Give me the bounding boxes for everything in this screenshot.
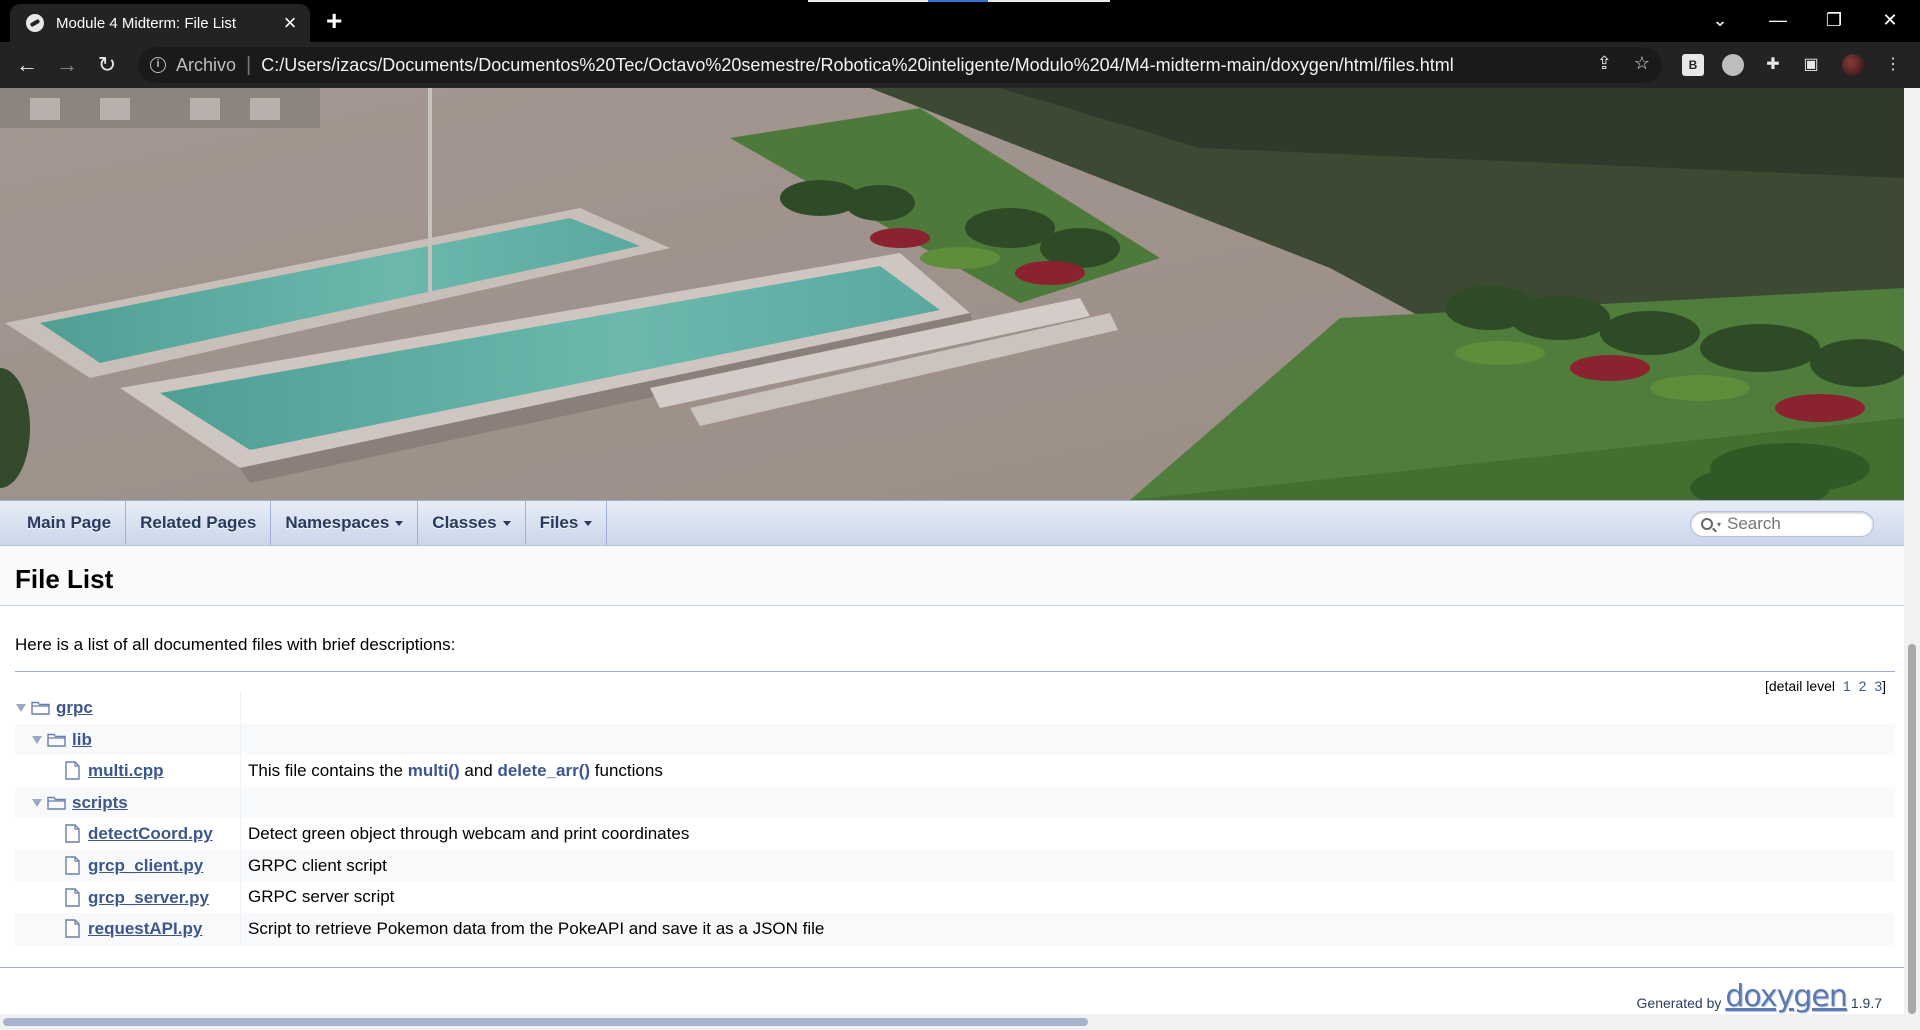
horizontal-scrollbar[interactable] [0,1014,1904,1030]
file-icon [65,887,80,907]
url-text[interactable]: C:/Users/izacs/Documents/Documentos%20Te… [261,55,1454,76]
bookmark-star-icon[interactable]: ☆ [1634,53,1650,74]
nav-item-related-pages[interactable]: Related Pages [126,501,272,545]
footer: Generated by doxygen 1.9.7 [1636,982,1882,1012]
folder-link[interactable]: grpc [56,698,93,718]
reload-button[interactable]: ↻ [93,51,121,79]
nav-item-label: Namespaces [285,513,390,532]
file-icon [65,919,80,938]
function-link[interactable]: delete_arr() [497,761,590,780]
vertical-scrollbar[interactable] [1904,88,1920,1030]
loading-indicator [808,0,1110,2]
file-link[interactable]: grcp_server.py [88,888,209,908]
divider [15,671,1895,672]
tree-file-row: detectCoord.py Detect green object throug… [15,818,1895,850]
dropdown-caret-icon [395,520,404,526]
file-icon [65,761,80,780]
doxygen-version: 1.9.7 [1850,995,1882,1011]
file-description: GRPC server script [248,887,395,907]
nav-item-label: Files [539,513,579,532]
forward-button[interactable]: → [53,51,81,79]
dropdown-caret-icon [502,520,511,526]
url-scheme-label: Archivo [176,54,237,75]
side-panel-icon[interactable]: ▣ [1800,54,1822,76]
site-info-icon[interactable]: i [150,57,166,73]
file-description: Detect green object through webcam and p… [248,824,690,844]
tree-file-row: requestAPI.py Script to retrieve Pokemon … [15,913,1895,945]
horizontal-scroll-thumb[interactable] [3,1018,1088,1026]
globe-icon [26,14,44,32]
page-header: File List [0,546,1904,606]
tree-file-row: grcp_client.py GRPC client script [15,849,1895,882]
nav-item-classes[interactable]: Classes [418,501,526,545]
folder-open-icon [47,732,66,747]
browser-toolbar: ← → ↻ i Archivo | C:/Users/izacs/Documen… [0,42,1920,88]
search-box[interactable]: ▾ [1690,511,1874,537]
expand-arrow-icon[interactable] [32,798,42,807]
extension-circle-icon[interactable] [1722,54,1744,76]
search-options-icon[interactable]: ▾ [1717,520,1721,529]
nav-item-label: Classes [432,513,497,532]
file-link[interactable]: grcp_client.py [88,856,203,876]
folder-link[interactable]: scripts [72,793,128,813]
nav-item-namespaces[interactable]: Namespaces [271,501,419,545]
page-title: File List [15,564,114,594]
folder-open-icon [47,795,66,810]
nav-item-files[interactable]: Files [526,501,608,545]
file-link[interactable]: multi.cpp [88,761,164,781]
main-navigation: Main Page Related Pages Namespaces Classes F… [0,500,1904,546]
browser-menu-icon[interactable]: ⋮ [1882,54,1904,76]
file-icon [65,856,80,875]
tree-folder-row: scripts [15,786,1895,819]
search-icon[interactable] [1701,518,1713,530]
share-icon[interactable]: ⇪ [1597,53,1612,74]
tree-folder-row: lib [15,723,1895,756]
extension-b-icon[interactable]: B [1682,54,1704,76]
tab-strip: Module 4 Midterm: File List × + ⌄ — ❐ ✕ [0,0,1920,42]
file-description: GRPC client script [248,855,387,875]
search-input[interactable] [1727,514,1858,534]
file-icon [65,824,80,844]
page-intro: Here is a list of all documented files w… [15,635,456,654]
file-link[interactable]: detectCoord.py [88,824,213,844]
expand-arrow-icon[interactable] [16,704,26,712]
nav-item-label: Related Pages [140,513,257,532]
vertical-scroll-thumb[interactable] [1908,644,1916,1014]
folder-open-icon [31,700,50,715]
project-banner-image [0,88,1904,500]
generated-by-label: Generated by [1636,995,1722,1011]
folder-link[interactable]: lib [72,730,92,750]
extensions-puzzle-icon[interactable]: ✚ [1762,54,1784,76]
tree-file-row: grcp_server.py GRPC server script [15,881,1895,914]
tree-file-row: multi.cpp This file contains the multi() … [15,755,1895,787]
dropdown-caret-icon [584,520,593,526]
page-viewport: Main Page Related Pages Namespaces Classes F… [0,88,1904,1030]
new-tab-button[interactable]: + [326,6,342,36]
tree-folder-row: grpc [15,692,1895,724]
doxygen-logo-link[interactable]: doxygen [1725,982,1847,1012]
nav-item-label: Main Page [27,513,112,532]
tab-search-icon[interactable]: ⌄ [1692,0,1748,40]
nav-item-main-page[interactable]: Main Page [0,501,127,545]
file-link[interactable]: requestAPI.py [88,919,202,939]
address-bar[interactable]: i Archivo | C:/Users/izacs/Documents/Doc… [138,47,1662,83]
file-tree: grpc lib multi.cpp This file contains the m… [15,692,1895,945]
function-link[interactable]: multi() [408,761,460,780]
close-tab-icon[interactable]: × [276,10,304,36]
tab-title: Module 4 Midterm: File List [56,14,237,32]
file-description: This file contains the multi() and delet… [248,760,663,780]
minimize-button[interactable]: — [1750,0,1806,40]
browser-tab[interactable]: Module 4 Midterm: File List × [10,4,310,42]
file-description: Script to retrieve Pokemon data from the… [248,918,825,938]
close-window-button[interactable]: ✕ [1862,0,1918,40]
profile-avatar[interactable] [1842,54,1864,76]
back-button[interactable]: ← [13,51,41,79]
restore-button[interactable]: ❐ [1806,0,1862,40]
footer-divider [0,967,1904,968]
expand-arrow-icon[interactable] [32,735,42,744]
